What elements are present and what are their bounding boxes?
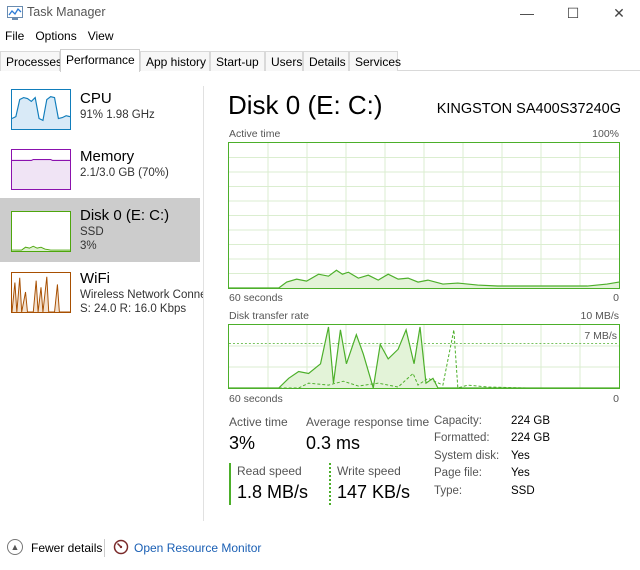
menu-file[interactable]: File [0, 27, 30, 47]
capacity-value: 224 GB [511, 415, 550, 427]
disk-model: KINGSTON SA400S37240G [436, 101, 621, 117]
task-manager-icon [7, 6, 23, 20]
menu-view[interactable]: View [83, 27, 120, 47]
formatted-key: Formatted: [434, 432, 490, 444]
sidebar-item-memory[interactable]: Memory 2.1/3.0 GB (70%) [0, 138, 200, 202]
sidebar-memory-name: Memory [80, 148, 135, 165]
read-speed-indicator [229, 463, 231, 505]
minimize-button[interactable]: — [504, 0, 550, 26]
resource-monitor-icon[interactable] [113, 539, 129, 555]
footer-bar: ▲ Fewer details Open Resource Monitor [0, 533, 640, 563]
fewer-details-link[interactable]: Fewer details [31, 541, 102, 555]
sidebar-disk-type: SSD [80, 226, 104, 238]
tab-start-up[interactable]: Start-up [210, 51, 265, 71]
resource-sidebar: CPU 91% 1.98 GHz Memory 2.1/3.0 GB (70%)… [0, 80, 203, 525]
sidebar-item-wifi[interactable]: WiFi Wireless Network Conne S: 24.0 R: 1… [0, 264, 203, 328]
sidebar-divider [203, 86, 204, 521]
page-file-value: Yes [511, 467, 530, 479]
minimize-icon: — [520, 5, 534, 21]
system-disk-key: System disk: [434, 450, 500, 462]
cpu-thumbnail-graph [11, 89, 71, 130]
active-time-label: Active time [229, 415, 288, 429]
transfer-rate-graph [228, 324, 620, 389]
transfer-rate-graph-max: 10 MB/s [580, 310, 619, 322]
write-speed-label: Write speed [337, 464, 401, 478]
system-disk-value: Yes [511, 450, 530, 462]
active-time-value: 3% [229, 433, 256, 453]
title-bar: Task Manager — ☐ ✕ [0, 0, 640, 26]
type-value: SSD [511, 485, 535, 497]
tab-services[interactable]: Services [349, 51, 401, 71]
active-time-graph-label: Active time [229, 128, 281, 140]
transfer-rate-graph-xmin: 0 [613, 393, 619, 405]
menu-bar: File Options View [0, 27, 120, 47]
formatted-value: 224 GB [511, 432, 550, 444]
sidebar-cpu-name: CPU [80, 90, 112, 107]
wifi-thumbnail-graph [11, 272, 71, 313]
disk-title: Disk 0 (E: C:) [228, 90, 383, 120]
write-speed-value: 147 KB/s [337, 482, 411, 502]
tab-app-history[interactable]: App history [140, 51, 210, 71]
active-time-graph-max: 100% [592, 128, 619, 140]
disk-thumbnail-graph [11, 211, 71, 252]
transfer-rate-marker: 7 MB/s [584, 330, 617, 342]
footer-divider [104, 539, 105, 557]
read-speed-label: Read speed [237, 464, 302, 478]
maximize-icon: ☐ [566, 4, 580, 21]
chevron-up-icon[interactable]: ▲ [7, 539, 23, 555]
transfer-rate-graph-xlabel: 60 seconds [229, 393, 283, 405]
active-time-graph [228, 142, 620, 289]
transfer-rate-graph-label: Disk transfer rate [229, 310, 309, 322]
sidebar-disk-usage: 3% [80, 240, 97, 252]
avg-response-value: 0.3 ms [306, 433, 361, 453]
sidebar-item-cpu[interactable]: CPU 91% 1.98 GHz [0, 80, 200, 144]
menu-options[interactable]: Options [30, 27, 82, 47]
sidebar-wifi-throughput: S: 24.0 R: 16.0 Kbps [80, 303, 187, 315]
tab-processes[interactable]: Processes [0, 51, 62, 71]
type-key: Type: [434, 485, 463, 497]
page-file-key: Page file: [434, 467, 482, 479]
tab-users[interactable]: Users [265, 51, 303, 71]
tab-details[interactable]: Details [303, 51, 349, 71]
sidebar-memory-detail: 2.1/3.0 GB (70%) [80, 167, 169, 179]
memory-thumbnail-graph [11, 149, 71, 190]
close-icon: ✕ [613, 4, 625, 21]
active-time-graph-xlabel: 60 seconds [229, 292, 283, 304]
window-title: Task Manager [27, 5, 106, 19]
avg-response-label: Average response time [306, 415, 430, 429]
open-resource-monitor-link[interactable]: Open Resource Monitor [134, 541, 261, 555]
close-button[interactable]: ✕ [596, 0, 640, 26]
tab-performance[interactable]: Performance [60, 49, 140, 72]
sidebar-wifi-adapter: Wireless Network Conne [80, 289, 203, 301]
capacity-key: Capacity: [434, 415, 482, 427]
active-time-graph-xmin: 0 [613, 292, 619, 304]
sidebar-cpu-detail: 91% 1.98 GHz [80, 109, 155, 121]
sidebar-disk-name: Disk 0 (E: C:) [80, 207, 170, 224]
maximize-button[interactable]: ☐ [550, 0, 596, 26]
write-speed-indicator [329, 463, 331, 505]
sidebar-wifi-name: WiFi [80, 270, 110, 287]
tab-strip: Processes Performance App history Start-… [0, 49, 640, 72]
read-speed-value: 1.8 MB/s [237, 482, 309, 502]
sidebar-item-disk-0[interactable]: Disk 0 (E: C:) SSD 3% [0, 198, 200, 262]
